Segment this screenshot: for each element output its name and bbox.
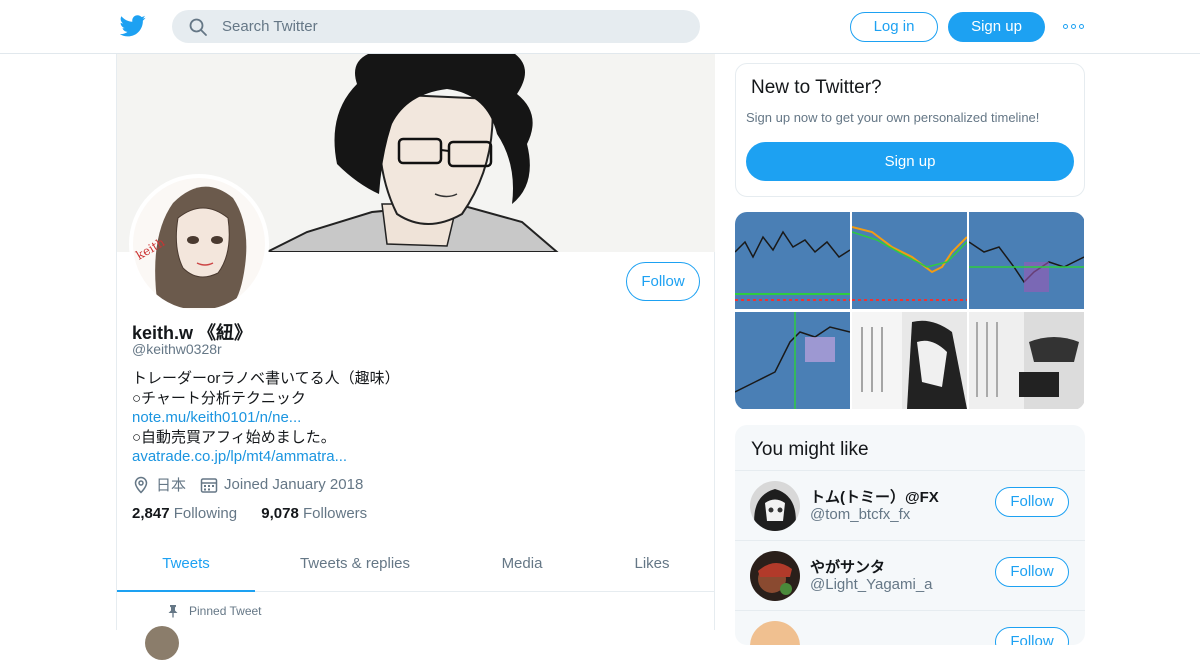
profile-avatar[interactable]: keith — [129, 174, 269, 314]
suggestion-follow-button[interactable]: Follow — [995, 487, 1069, 517]
location-text: 日本 — [156, 477, 187, 494]
you-might-like-title: You might like — [751, 439, 869, 460]
more-dots-icon[interactable] — [1063, 18, 1087, 36]
suggestion-avatar[interactable] — [750, 551, 800, 601]
tab-media[interactable]: Media — [477, 539, 567, 592]
tab-tweets-replies[interactable]: Tweets & replies — [279, 539, 431, 592]
twitter-bird-icon[interactable] — [120, 14, 146, 38]
profile-location: 日本 — [132, 474, 186, 495]
following-label[interactable]: Following — [174, 505, 237, 522]
bio-link-avatrade[interactable]: avatrade.co.jp/lp/mt4/ammatra... — [132, 447, 400, 467]
suggestion-avatar[interactable] — [750, 621, 800, 645]
pinned-label: Pinned Tweet — [189, 604, 262, 618]
followers-label[interactable]: Followers — [303, 505, 367, 522]
new-to-twitter-title: New to Twitter? — [751, 77, 882, 98]
calendar-icon — [200, 477, 218, 493]
pin-icon — [168, 605, 178, 618]
profile-handle: @keithw0328r — [132, 341, 222, 357]
suggestion-name[interactable]: やがサンタ — [810, 556, 885, 577]
suggestion-handle: @tom_btcfx_fx — [810, 506, 911, 523]
followers-count[interactable]: 9,078 — [261, 505, 299, 522]
profile-column: keith Follow keith.w 《紐》 @keithw0328r トレ… — [116, 54, 715, 660]
media-thumbnail[interactable] — [735, 312, 850, 409]
signup-large-button[interactable]: Sign up — [746, 142, 1074, 181]
media-grid — [735, 212, 1085, 410]
media-thumbnail[interactable] — [969, 212, 1084, 309]
follow-button[interactable]: Follow — [626, 262, 700, 301]
bio-line: ○自動売買アフィ始めました。 — [132, 428, 336, 446]
location-pin-icon — [134, 476, 148, 494]
new-to-twitter-subtitle: Sign up now to get your own personalized… — [746, 110, 1040, 125]
you-might-like-card: You might like トム(トミー）@FX @tom_btcfx_fx … — [735, 425, 1085, 645]
top-navigation-bar: Search Twitter Log in Sign up — [0, 0, 1200, 54]
search-placeholder: Search Twitter — [222, 18, 318, 35]
following-count[interactable]: 2,847 — [132, 505, 170, 522]
pinned-tweet-preview[interactable] — [145, 626, 705, 660]
search-icon — [189, 18, 207, 36]
profile-meta: 日本 Joined January 2018 — [132, 474, 377, 495]
suggestion-follow-button[interactable]: Follow — [995, 557, 1069, 587]
media-thumbnail[interactable] — [969, 312, 1084, 409]
suggestion-item[interactable]: トム(トミー）@FX @tom_btcfx_fx Follow — [735, 470, 1085, 540]
signup-button[interactable]: Sign up — [948, 12, 1045, 42]
pinned-tweet-indicator: Pinned Tweet — [167, 604, 262, 618]
suggestion-name[interactable]: トム(トミー）@FX — [810, 486, 939, 507]
media-thumbnail[interactable] — [852, 312, 967, 409]
tweet-avatar — [145, 626, 179, 660]
profile-bio: トレーダーorラノベ書いてる人（趣味） ○チャート分析テクニック note.mu… — [132, 369, 400, 467]
suggestion-item[interactable]: やがサンタ @Light_Yagami_a Follow — [735, 540, 1085, 610]
profile-joined: Joined January 2018 — [200, 476, 363, 494]
profile-stats: 2,847 Following 9,078 Followers — [132, 505, 387, 522]
login-button[interactable]: Log in — [850, 12, 938, 42]
suggestion-avatar[interactable] — [750, 481, 800, 531]
avatar-illustration: keith — [133, 178, 265, 310]
media-thumbnail[interactable] — [852, 212, 967, 309]
bio-line: トレーダーorラノベ書いてる人（趣味） — [132, 370, 400, 387]
tab-tweets[interactable]: Tweets — [117, 539, 255, 592]
media-thumbnail[interactable] — [735, 212, 850, 309]
profile-tabs: Tweets Tweets & replies Media Likes — [117, 539, 715, 592]
joined-text: Joined January 2018 — [224, 476, 364, 493]
suggestion-handle: @Light_Yagami_a — [810, 576, 933, 593]
new-to-twitter-card: New to Twitter? Sign up now to get your … — [735, 63, 1085, 197]
bio-line: ○チャート分析テクニック — [132, 389, 306, 407]
suggestion-item[interactable]: Follow — [735, 610, 1085, 645]
tab-likes[interactable]: Likes — [617, 539, 687, 592]
bio-link-note[interactable]: note.mu/keith0101/n/ne... — [132, 408, 400, 428]
search-input[interactable]: Search Twitter — [172, 10, 700, 43]
